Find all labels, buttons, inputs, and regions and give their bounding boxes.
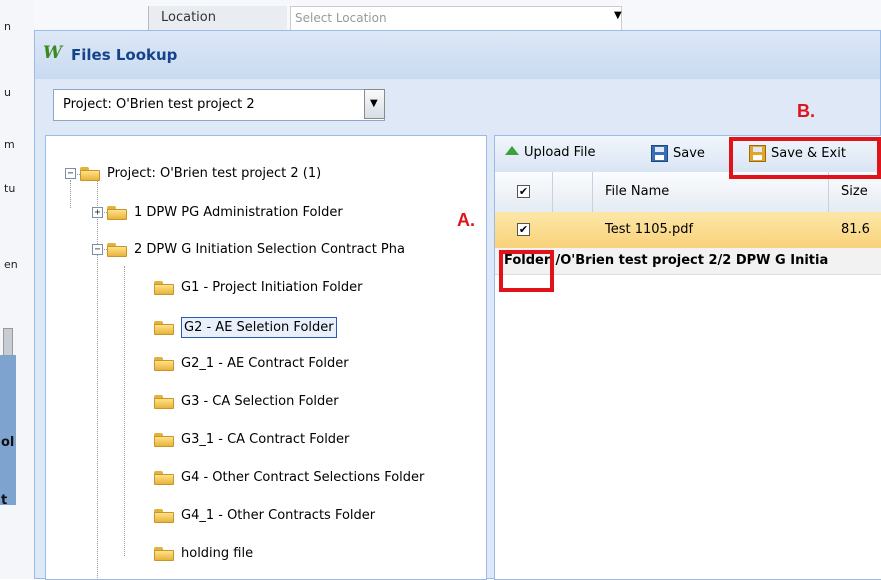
location-label: Location — [161, 10, 216, 25]
column-header-label: File Name — [605, 184, 670, 199]
tree-node-label: holding file — [181, 546, 254, 561]
tree-node-label: G4_1 - Other Contracts Folder — [181, 508, 376, 523]
folder-icon — [154, 470, 174, 485]
bg-fragment: t — [1, 493, 8, 508]
tree-node-folder[interactable]: − 2 DPW G Initiation Selection Contract … — [92, 242, 405, 257]
files-lookup-window: W Files Lookup Project: O'Brien test pro… — [34, 30, 881, 580]
upload-file-button[interactable]: Upload File — [505, 145, 595, 160]
bg-fragment: n — [4, 20, 11, 33]
table-row[interactable]: ✔ Test 1105.pdf 81.6 — [495, 212, 881, 249]
chevron-down-icon: ▼ — [370, 98, 378, 109]
folder-icon — [154, 432, 174, 447]
background-location-row: Location Select Location ▼ — [34, 0, 881, 32]
chevron-down-icon[interactable]: ▼ — [614, 10, 622, 21]
tree-node-subfolder[interactable]: G4 - Other Contract Selections Folder — [154, 470, 424, 485]
folder-icon — [80, 166, 100, 181]
tree-connector — [97, 180, 98, 579]
callout-b-highlight — [729, 137, 881, 179]
file-size-cell: 81.6 — [841, 222, 870, 237]
tree-node-label: Project: O'Brien test project 2 (1) — [107, 166, 322, 181]
window-titlebar[interactable]: W Files Lookup — [35, 31, 880, 80]
tree-node-subfolder[interactable]: G3_1 - CA Contract Folder — [154, 432, 349, 447]
folder-icon — [154, 320, 174, 335]
expand-icon[interactable]: + — [92, 207, 103, 218]
file-grid-panel: Upload File Save Save & Exit ✔ File Name — [494, 135, 881, 580]
column-header-blank — [553, 172, 593, 212]
tree-node-label: G2 - AE Seletion Folder — [181, 317, 337, 338]
window-title: Files Lookup — [71, 46, 178, 64]
row-checkbox[interactable]: ✔ — [517, 223, 530, 236]
tree-node-label: G3_1 - CA Contract Folder — [181, 432, 350, 447]
callout-a-highlight — [499, 250, 554, 292]
select-all-checkbox[interactable]: ✔ — [517, 185, 530, 198]
callout-b-label: B. — [797, 101, 815, 121]
content-panes: − Project: O'Brien test project 2 (1) + … — [45, 135, 881, 580]
tree-node-root[interactable]: − Project: O'Brien test project 2 (1) — [65, 166, 321, 181]
bg-fragment: ol — [1, 435, 15, 450]
tree-node-subfolder[interactable]: G3 - CA Selection Folder — [154, 394, 339, 409]
tree-node-subfolder[interactable]: G2_1 - AE Contract Folder — [154, 356, 349, 371]
bg-fragment: en — [4, 258, 18, 271]
project-select[interactable]: Project: O'Brien test project 2 ▼ — [53, 89, 385, 121]
tree-connector — [124, 266, 125, 556]
column-header-label: Size — [841, 184, 868, 199]
file-name-cell: Test 1105.pdf — [605, 222, 694, 237]
save-label: Save — [673, 146, 705, 161]
tree-node-subfolder[interactable]: G1 - Project Initiation Folder — [154, 280, 362, 295]
background-sidebar: n u m tu en ol t — [0, 0, 35, 579]
callout-a-label: A. — [457, 210, 475, 230]
project-select-value: Project: O'Brien test project 2 — [63, 97, 255, 112]
save-icon — [651, 145, 668, 162]
bg-fragment: tu — [4, 182, 16, 195]
tree-node-subfolder[interactable]: G4_1 - Other Contracts Folder — [154, 508, 375, 523]
bg-fragment: m — [4, 138, 15, 151]
bg-nav-block: ol t — [0, 355, 16, 508]
app-logo-icon: W — [43, 43, 63, 63]
collapse-icon[interactable]: − — [92, 244, 103, 255]
project-select-trigger[interactable]: ▼ — [364, 89, 385, 119]
folder-icon — [154, 394, 174, 409]
tree-node-label: 2 DPW G Initiation Selection Contract Ph… — [134, 242, 405, 257]
select-all-column[interactable]: ✔ — [495, 172, 553, 212]
folder-icon — [154, 546, 174, 561]
tree-node-label: G3 - CA Selection Folder — [181, 394, 339, 409]
tree-node-label: G4 - Other Contract Selections Folder — [181, 470, 425, 485]
tree-node-folder[interactable]: + 1 DPW PG Administration Folder — [92, 205, 343, 220]
location-select[interactable]: Select Location — [290, 6, 622, 32]
upload-file-label: Upload File — [524, 145, 596, 160]
bg-fragment: u — [4, 86, 11, 99]
tree-node-subfolder[interactable]: holding file — [154, 546, 253, 561]
tree-node-subfolder-selected[interactable]: G2 - AE Seletion Folder — [154, 317, 337, 338]
tree-node-label: G2_1 - AE Contract Folder — [181, 356, 349, 371]
folder-icon — [154, 280, 174, 295]
folder-icon — [154, 356, 174, 371]
folder-icon — [107, 205, 127, 220]
collapse-icon[interactable]: − — [65, 168, 76, 179]
location-label-cell: Location — [148, 6, 287, 30]
tree-node-label: G1 - Project Initiation Folder — [181, 280, 363, 295]
folder-tree: − Project: O'Brien test project 2 (1) + … — [45, 135, 487, 580]
project-select-row: Project: O'Brien test project 2 ▼ — [35, 79, 880, 134]
location-placeholder: Select Location — [295, 11, 387, 25]
tree-connector — [70, 180, 71, 208]
save-button[interactable]: Save — [651, 145, 705, 162]
folder-icon — [107, 242, 127, 257]
tree-node-label: 1 DPW PG Administration Folder — [134, 205, 343, 220]
upload-arrow-icon — [505, 146, 519, 155]
folder-icon — [154, 508, 174, 523]
